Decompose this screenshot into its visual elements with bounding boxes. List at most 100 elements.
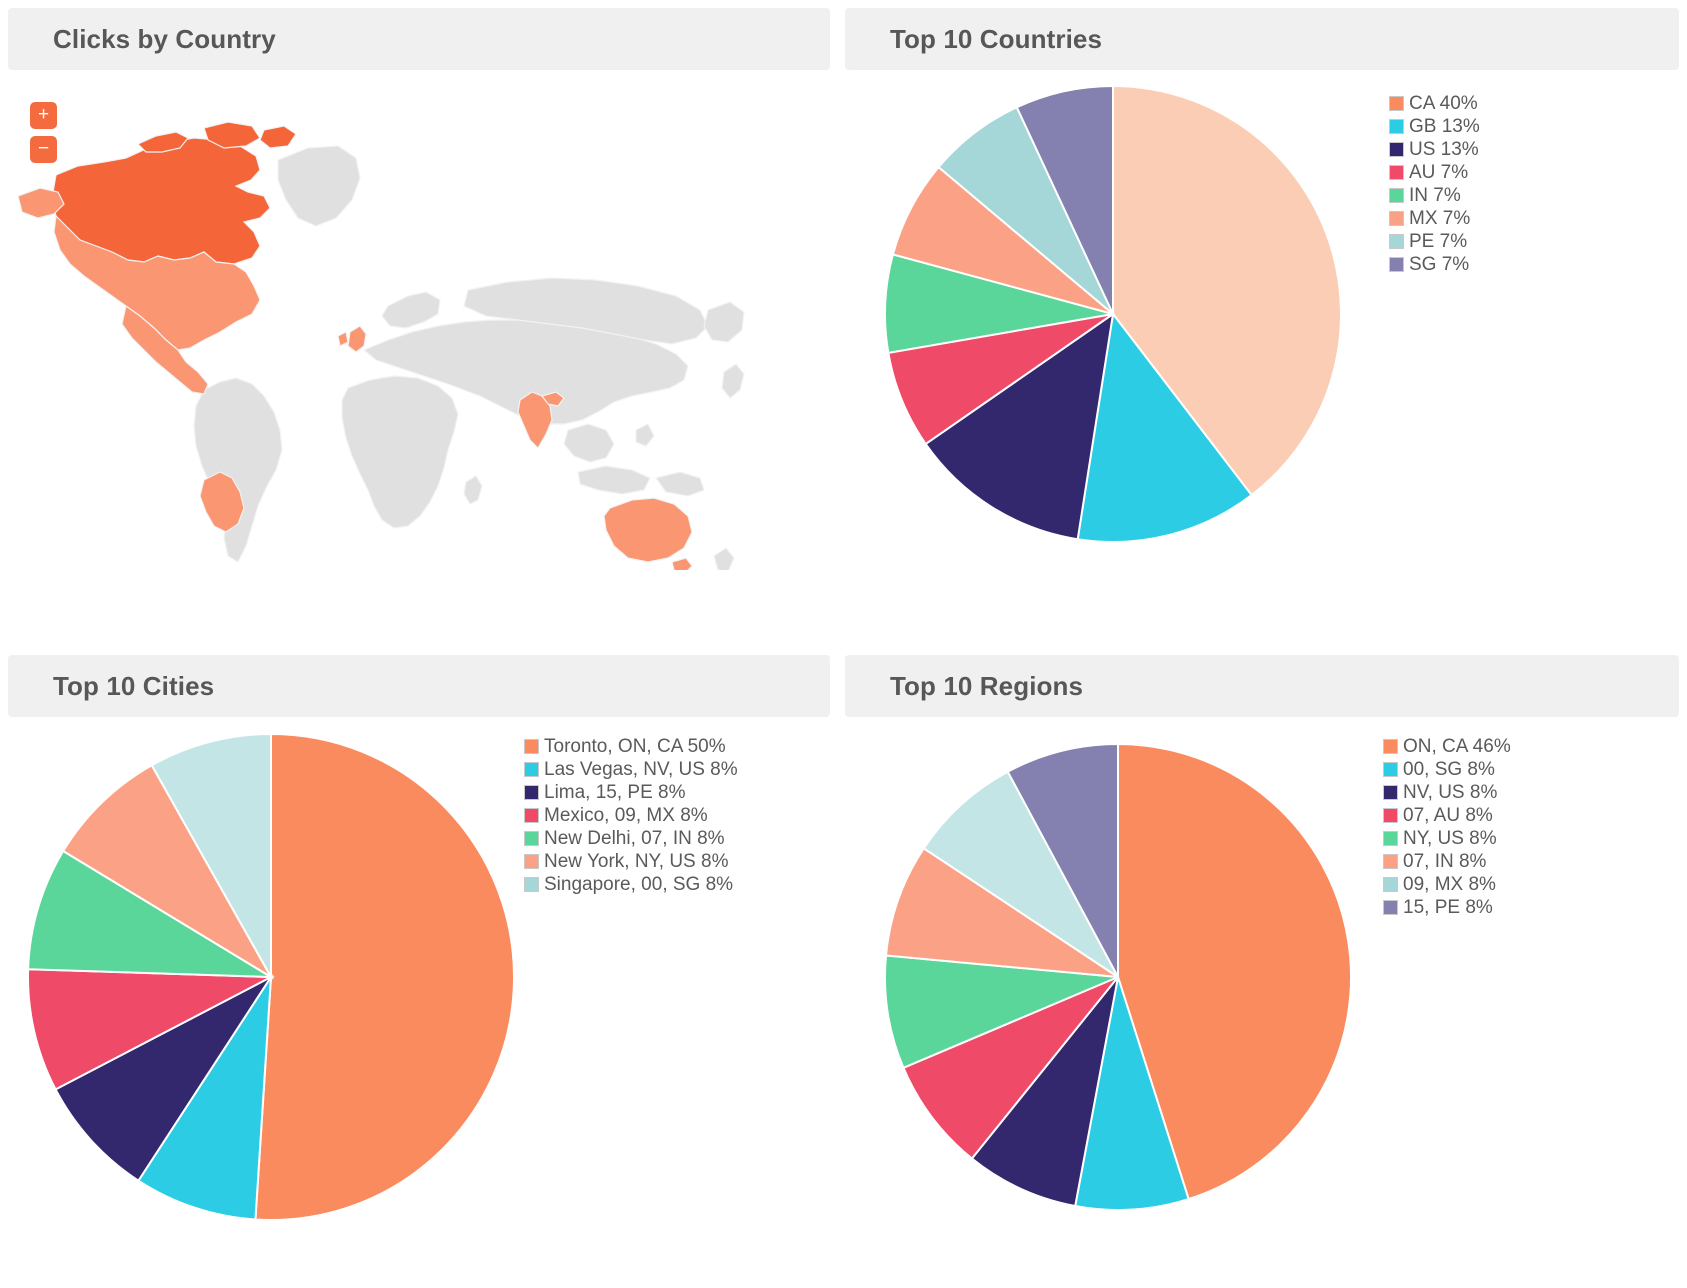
panel-header-top-10-cities: Top 10 Cities <box>8 655 830 717</box>
zoom-in-button[interactable]: + <box>30 102 57 129</box>
legend-item-label: Singapore, 00, SG 8% <box>544 873 734 895</box>
legend-item[interactable]: AU 7% <box>1389 161 1679 184</box>
legend-item[interactable]: 07, AU 8% <box>1383 804 1679 827</box>
legend-item-label: PE 7% <box>1409 230 1468 252</box>
legend-swatch <box>524 831 539 846</box>
legend-swatch <box>524 808 539 823</box>
legend-swatch <box>1389 96 1404 111</box>
legend-item-label: US 13% <box>1409 138 1479 160</box>
legend-item-label: 09, MX 8% <box>1403 873 1496 895</box>
legend-item-label: NY, US 8% <box>1403 827 1497 849</box>
legend-item[interactable]: US 13% <box>1389 138 1679 161</box>
legend-item-label: MX 7% <box>1409 207 1471 229</box>
chart-area-countries: CA 40% GB 13% US 13% AU 7% IN 7% MX 7% PE 7% SG… <box>845 70 1679 544</box>
legend-swatch <box>1389 234 1404 249</box>
legend-item[interactable]: Mexico, 09, MX 8% <box>524 804 830 827</box>
legend-swatch <box>1383 854 1398 869</box>
legend-item-label: 07, AU 8% <box>1403 804 1493 826</box>
legend-swatch <box>1389 188 1404 203</box>
pie-chart-cities[interactable] <box>26 727 516 1227</box>
chart-area-cities: Toronto, ON, CA 50% Las Vegas, NV, US 8% L… <box>8 717 830 1227</box>
legend-item-label: SG 7% <box>1409 253 1470 275</box>
legend-item[interactable]: IN 7% <box>1389 184 1679 207</box>
legend-item-label: NV, US 8% <box>1403 781 1498 803</box>
legend-item[interactable]: MX 7% <box>1389 207 1679 230</box>
pie-slice[interactable] <box>254 732 515 1221</box>
legend-item[interactable]: NY, US 8% <box>1383 827 1679 850</box>
chart-area-regions: ON, CA 46% 00, SG 8% NV, US 8% 07, AU 8% NY,… <box>845 717 1679 1227</box>
legend-item[interactable]: 07, IN 8% <box>1383 850 1679 873</box>
legend-item-label: Lima, 15, PE 8% <box>544 781 686 803</box>
pie-wrap-countries <box>883 84 1343 544</box>
legend-item[interactable]: Las Vegas, NV, US 8% <box>524 758 830 781</box>
legend-swatch <box>1389 211 1404 226</box>
legend-item-label: Mexico, 09, MX 8% <box>544 804 708 826</box>
legend-item[interactable]: NV, US 8% <box>1383 781 1679 804</box>
legend-swatch <box>1383 785 1398 800</box>
legend-item[interactable]: ON, CA 46% <box>1383 735 1679 758</box>
legend-item[interactable]: 00, SG 8% <box>1383 758 1679 781</box>
legend-swatch <box>1383 739 1398 754</box>
legend-item[interactable]: Lima, 15, PE 8% <box>524 781 830 804</box>
legend-item[interactable]: SG 7% <box>1389 253 1679 276</box>
legend-swatch <box>1383 900 1398 915</box>
panel-header-clicks-by-country: Clicks by Country <box>8 8 830 70</box>
legend-item-label: CA 40% <box>1409 92 1478 114</box>
legend-item[interactable]: Singapore, 00, SG 8% <box>524 873 830 896</box>
legend-swatch <box>1389 165 1404 180</box>
legend-item-label: 07, IN 8% <box>1403 850 1487 872</box>
legend-item[interactable]: 15, PE 8% <box>1383 896 1679 919</box>
panel-top-10-cities: Top 10 Cities Toronto, ON, CA 50% Las Veg… <box>8 655 830 1280</box>
legend-item[interactable]: Toronto, ON, CA 50% <box>524 735 830 758</box>
legend-countries: CA 40% GB 13% US 13% AU 7% IN 7% MX 7% PE 7% SG… <box>1389 84 1679 276</box>
legend-swatch <box>1383 831 1398 846</box>
page-title: Clicks by Country <box>53 23 276 54</box>
panel-header-top-10-countries: Top 10 Countries <box>845 8 1679 70</box>
pie-chart-regions[interactable] <box>883 727 1353 1227</box>
panel-top-10-regions: Top 10 Regions ON, CA 46% 00, SG 8% NV, US… <box>845 655 1679 1280</box>
legend-swatch <box>524 739 539 754</box>
pie-chart-countries[interactable] <box>883 84 1343 544</box>
legend-item-label: New Delhi, 07, IN 8% <box>544 827 725 849</box>
panel-header-top-10-regions: Top 10 Regions <box>845 655 1679 717</box>
legend-cities: Toronto, ON, CA 50% Las Vegas, NV, US 8% L… <box>524 727 830 896</box>
legend-item-label: Toronto, ON, CA 50% <box>544 735 726 757</box>
panel-title-countries: Top 10 Countries <box>890 23 1103 54</box>
legend-swatch <box>524 762 539 777</box>
panel-title-regions: Top 10 Regions <box>890 670 1084 701</box>
zoom-out-button[interactable]: − <box>30 136 57 163</box>
pie-wrap-cities <box>26 727 516 1227</box>
legend-regions: ON, CA 46% 00, SG 8% NV, US 8% 07, AU 8% NY,… <box>1383 727 1679 919</box>
world-map[interactable] <box>8 100 830 570</box>
legend-item[interactable]: CA 40% <box>1389 92 1679 115</box>
legend-item[interactable]: PE 7% <box>1389 230 1679 253</box>
panel-clicks-by-country: Clicks by Country + − <box>8 8 830 628</box>
legend-item-label: 00, SG 8% <box>1403 758 1495 780</box>
panel-top-10-countries: Top 10 Countries CA 40% GB 13% US 13% AU 7%… <box>845 8 1679 628</box>
legend-item[interactable]: 09, MX 8% <box>1383 873 1679 896</box>
legend-swatch <box>524 785 539 800</box>
legend-item[interactable]: GB 13% <box>1389 115 1679 138</box>
legend-item-label: Las Vegas, NV, US 8% <box>544 758 738 780</box>
panel-title-cities: Top 10 Cities <box>53 670 215 701</box>
legend-swatch <box>1383 808 1398 823</box>
map-zoom-controls: + − <box>30 102 57 163</box>
legend-item-label: AU 7% <box>1409 161 1469 183</box>
legend-swatch <box>1389 142 1404 157</box>
legend-item-label: New York, NY, US 8% <box>544 850 729 872</box>
legend-swatch <box>1389 119 1404 134</box>
legend-swatch <box>1383 877 1398 892</box>
legend-item-label: ON, CA 46% <box>1403 735 1511 757</box>
legend-swatch <box>524 877 539 892</box>
legend-item-label: 15, PE 8% <box>1403 896 1493 918</box>
legend-item-label: IN 7% <box>1409 184 1461 206</box>
legend-swatch <box>1389 257 1404 272</box>
legend-swatch <box>524 854 539 869</box>
pie-wrap-regions <box>883 727 1353 1227</box>
analytics-dashboard: Clicks by Country + − Top 10 Countries C… <box>0 0 1687 1288</box>
legend-item[interactable]: New Delhi, 07, IN 8% <box>524 827 830 850</box>
map-body: + − <box>8 70 830 615</box>
legend-item[interactable]: New York, NY, US 8% <box>524 850 830 873</box>
legend-swatch <box>1383 762 1398 777</box>
legend-item-label: GB 13% <box>1409 115 1480 137</box>
